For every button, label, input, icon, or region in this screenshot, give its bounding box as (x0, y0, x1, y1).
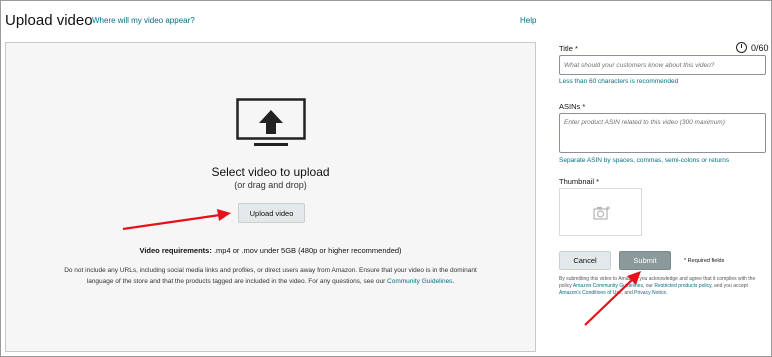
title-char-counter: 0/60 (736, 42, 769, 53)
community-guidelines-link[interactable]: Community Guidelines (387, 278, 452, 285)
title-hint: Less than 60 characters is recommended (559, 78, 679, 85)
help-link[interactable]: Help (520, 16, 536, 25)
monitor-upload-icon (236, 98, 306, 146)
community-guidelines-legal-link[interactable]: Amazon Community Guidelines (573, 283, 643, 289)
cancel-button[interactable]: Cancel (559, 251, 611, 270)
video-requirements: Video requirements: .mp4 or .mov under 5… (6, 246, 535, 255)
policy-note-line2: language of the store and that the produ… (6, 278, 535, 285)
legal-notice: By submitting this video to Amazon, you … (559, 276, 769, 297)
conditions-of-use-link[interactable]: Amazon's Conditions of Use (559, 290, 622, 296)
title-input[interactable] (559, 55, 766, 75)
policy-note-text: language of the store and that the produ… (86, 278, 386, 285)
title-counter-value: 0/60 (751, 42, 769, 53)
title-label: Title * (559, 44, 578, 53)
privacy-notice-link[interactable]: Privacy Notice (634, 290, 666, 296)
thumbnail-label: Thumbnail * (559, 177, 600, 186)
page-title: Upload video (5, 12, 93, 29)
legal-text-3: , and you accept (711, 283, 748, 289)
asin-input[interactable] (559, 113, 766, 153)
requirements-value: .mp4 or .mov under 5GB (480p or higher r… (213, 246, 402, 255)
drag-drop-text: (or drag and drop) (234, 180, 307, 190)
restricted-products-link[interactable]: Restricted products policy (654, 283, 711, 289)
required-fields-note: * Required fields (684, 258, 725, 264)
thumbnail-upload[interactable] (559, 188, 642, 236)
select-video-text: Select video to upload (211, 165, 330, 179)
policy-note-end: . (452, 278, 455, 285)
submit-button[interactable]: Submit (619, 251, 671, 270)
upload-drop-zone[interactable]: Select video to upload (or drag and drop… (5, 42, 536, 352)
legal-text-5: . (666, 290, 668, 296)
upload-video-button[interactable]: Upload video (238, 203, 305, 223)
requirements-label: Video requirements: (139, 246, 212, 255)
asin-label: ASINs * (559, 102, 586, 111)
timer-icon (736, 42, 747, 53)
policy-note-line1: Do not include any URLs, including socia… (64, 267, 477, 274)
legal-text-4: , and (621, 290, 633, 296)
asin-hint: Separate ASIN by spaces, commas, semi-co… (559, 157, 730, 164)
legal-text-2: , our (642, 283, 653, 289)
where-video-appears-link[interactable]: Where will my video appear? (92, 16, 195, 25)
camera-add-icon (593, 206, 610, 220)
